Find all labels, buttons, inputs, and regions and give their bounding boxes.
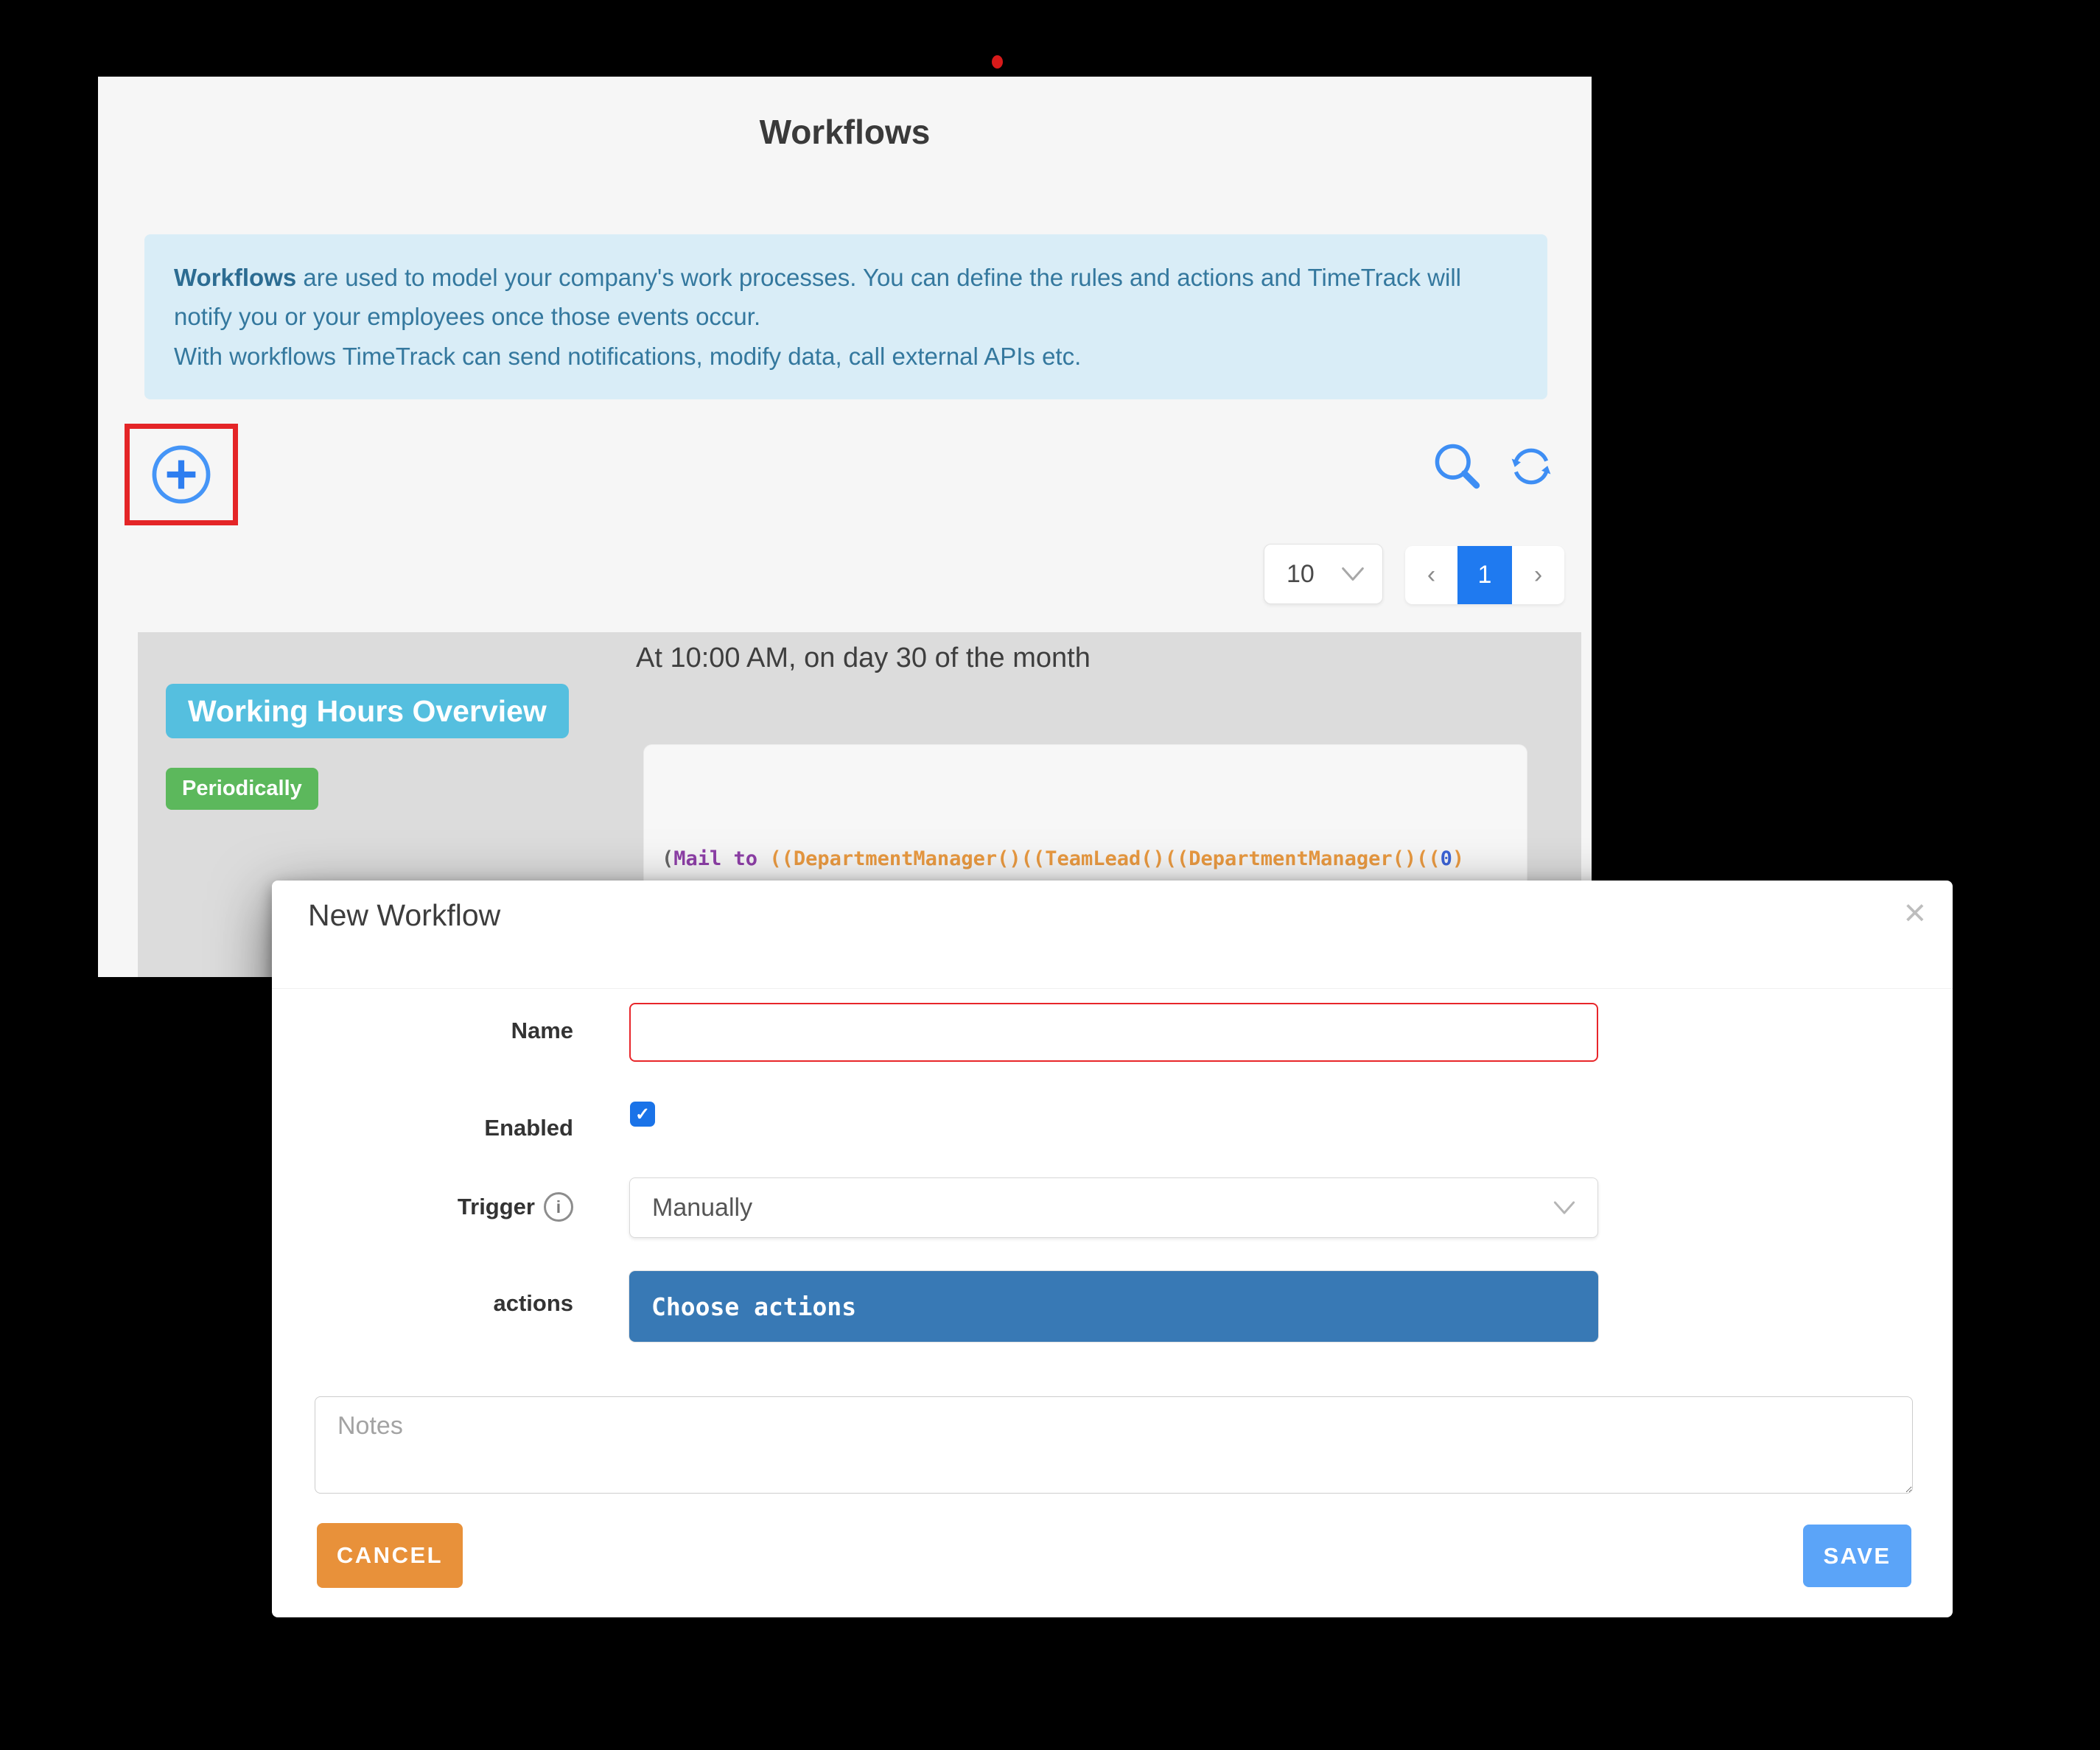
next-page-button[interactable]: › — [1512, 546, 1564, 604]
red-dot-annotation — [992, 55, 1003, 69]
search-icon — [1431, 440, 1483, 491]
pagination: ‹ 1 › — [1405, 546, 1564, 604]
trigger-label-group: Trigger i — [272, 1192, 573, 1222]
info-box-body: are used to model your company's work pr… — [174, 264, 1461, 330]
notes-textarea[interactable] — [315, 1396, 1913, 1494]
add-workflow-button[interactable] — [150, 443, 213, 506]
enabled-checkbox[interactable]: ✓ — [630, 1102, 655, 1127]
add-button-highlight — [125, 424, 238, 525]
page-size-value: 10 — [1287, 560, 1315, 589]
chevron-down-icon — [1338, 564, 1368, 584]
workflows-panel: Workflows Workflows are used to model yo… — [98, 77, 1592, 977]
workflow-name-badge: Working Hours Overview — [166, 684, 569, 738]
chevron-right-icon: › — [1534, 561, 1542, 589]
info-box-line2: With workflows TimeTrack can send notifi… — [174, 343, 1081, 370]
name-label: Name — [272, 1018, 573, 1044]
close-icon: × — [1904, 892, 1926, 934]
page-title: Workflows — [98, 112, 1592, 152]
info-box-lead: Workflows — [174, 264, 296, 291]
code-line: (Mail to ((DepartmentManager()((TeamLead… — [662, 841, 1521, 878]
name-input[interactable] — [629, 1003, 1598, 1062]
trigger-label: Trigger — [458, 1194, 535, 1220]
save-button[interactable]: SAVE — [1803, 1525, 1911, 1587]
checkmark-icon: ✓ — [635, 1104, 650, 1125]
refresh-button[interactable] — [1504, 441, 1558, 492]
chevron-left-icon: ‹ — [1427, 561, 1435, 589]
current-page-button[interactable]: 1 — [1457, 546, 1512, 604]
workflow-trigger-badge: Periodically — [166, 768, 318, 810]
refresh-icon — [1507, 442, 1555, 491]
workflow-schedule: At 10:00 AM, on day 30 of the month — [636, 643, 1091, 674]
modal-header-divider — [272, 988, 1953, 989]
plus-icon — [150, 443, 213, 506]
prev-page-button[interactable]: ‹ — [1405, 546, 1457, 604]
trigger-selected-value: Manually — [652, 1194, 752, 1222]
page-size-select[interactable]: 10 — [1264, 544, 1383, 604]
info-box: Workflows are used to model your company… — [144, 234, 1547, 399]
actions-label: actions — [272, 1290, 573, 1317]
cancel-button[interactable]: CANCEL — [317, 1523, 463, 1588]
enabled-label: Enabled — [272, 1115, 573, 1141]
modal-title: New Workflow — [308, 898, 500, 933]
chevron-down-icon — [1550, 1199, 1578, 1217]
search-button[interactable] — [1429, 436, 1485, 495]
close-button[interactable]: × — [1900, 889, 1931, 937]
choose-actions-button[interactable]: Choose actions — [629, 1271, 1598, 1342]
trigger-select[interactable]: Manually — [629, 1177, 1598, 1238]
info-icon[interactable]: i — [544, 1192, 573, 1222]
new-workflow-modal: New Workflow × Name Enabled ✓ Trigger i … — [272, 881, 1953, 1617]
